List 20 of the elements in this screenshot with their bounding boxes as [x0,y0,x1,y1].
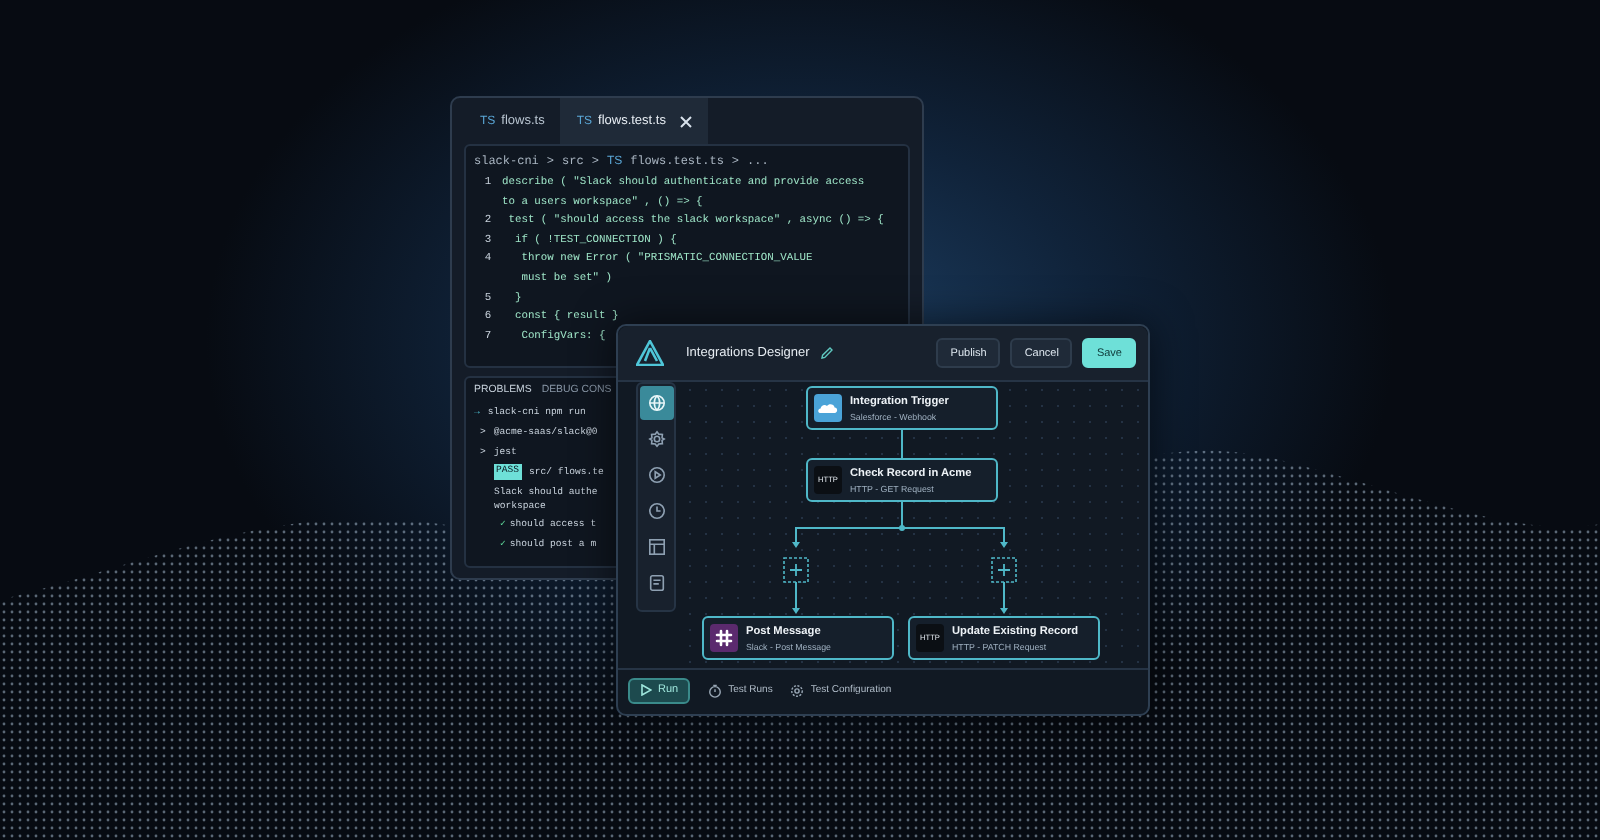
add-step-button[interactable] [783,557,809,583]
pencil-icon[interactable] [819,346,834,360]
cloud-logo-icon [814,394,842,422]
hash-logo-icon [710,624,738,652]
gear-icon [790,683,805,697]
connector-arrow [1000,581,1008,614]
gear-icon [647,430,665,448]
grid-icon [647,538,665,556]
add-step-button[interactable] [991,557,1017,583]
triangle-logo-icon [636,340,664,366]
play-circle-icon [647,466,665,484]
globe-icon [647,394,665,412]
document-icon [647,574,665,592]
sidebar-item[interactable] [639,386,673,420]
stopwatch-icon [708,683,723,697]
close-icon[interactable] [679,115,692,127]
play-icon [640,684,652,696]
connector-line [901,427,903,459]
connector-arrow [792,581,800,614]
clock-icon [647,502,665,520]
